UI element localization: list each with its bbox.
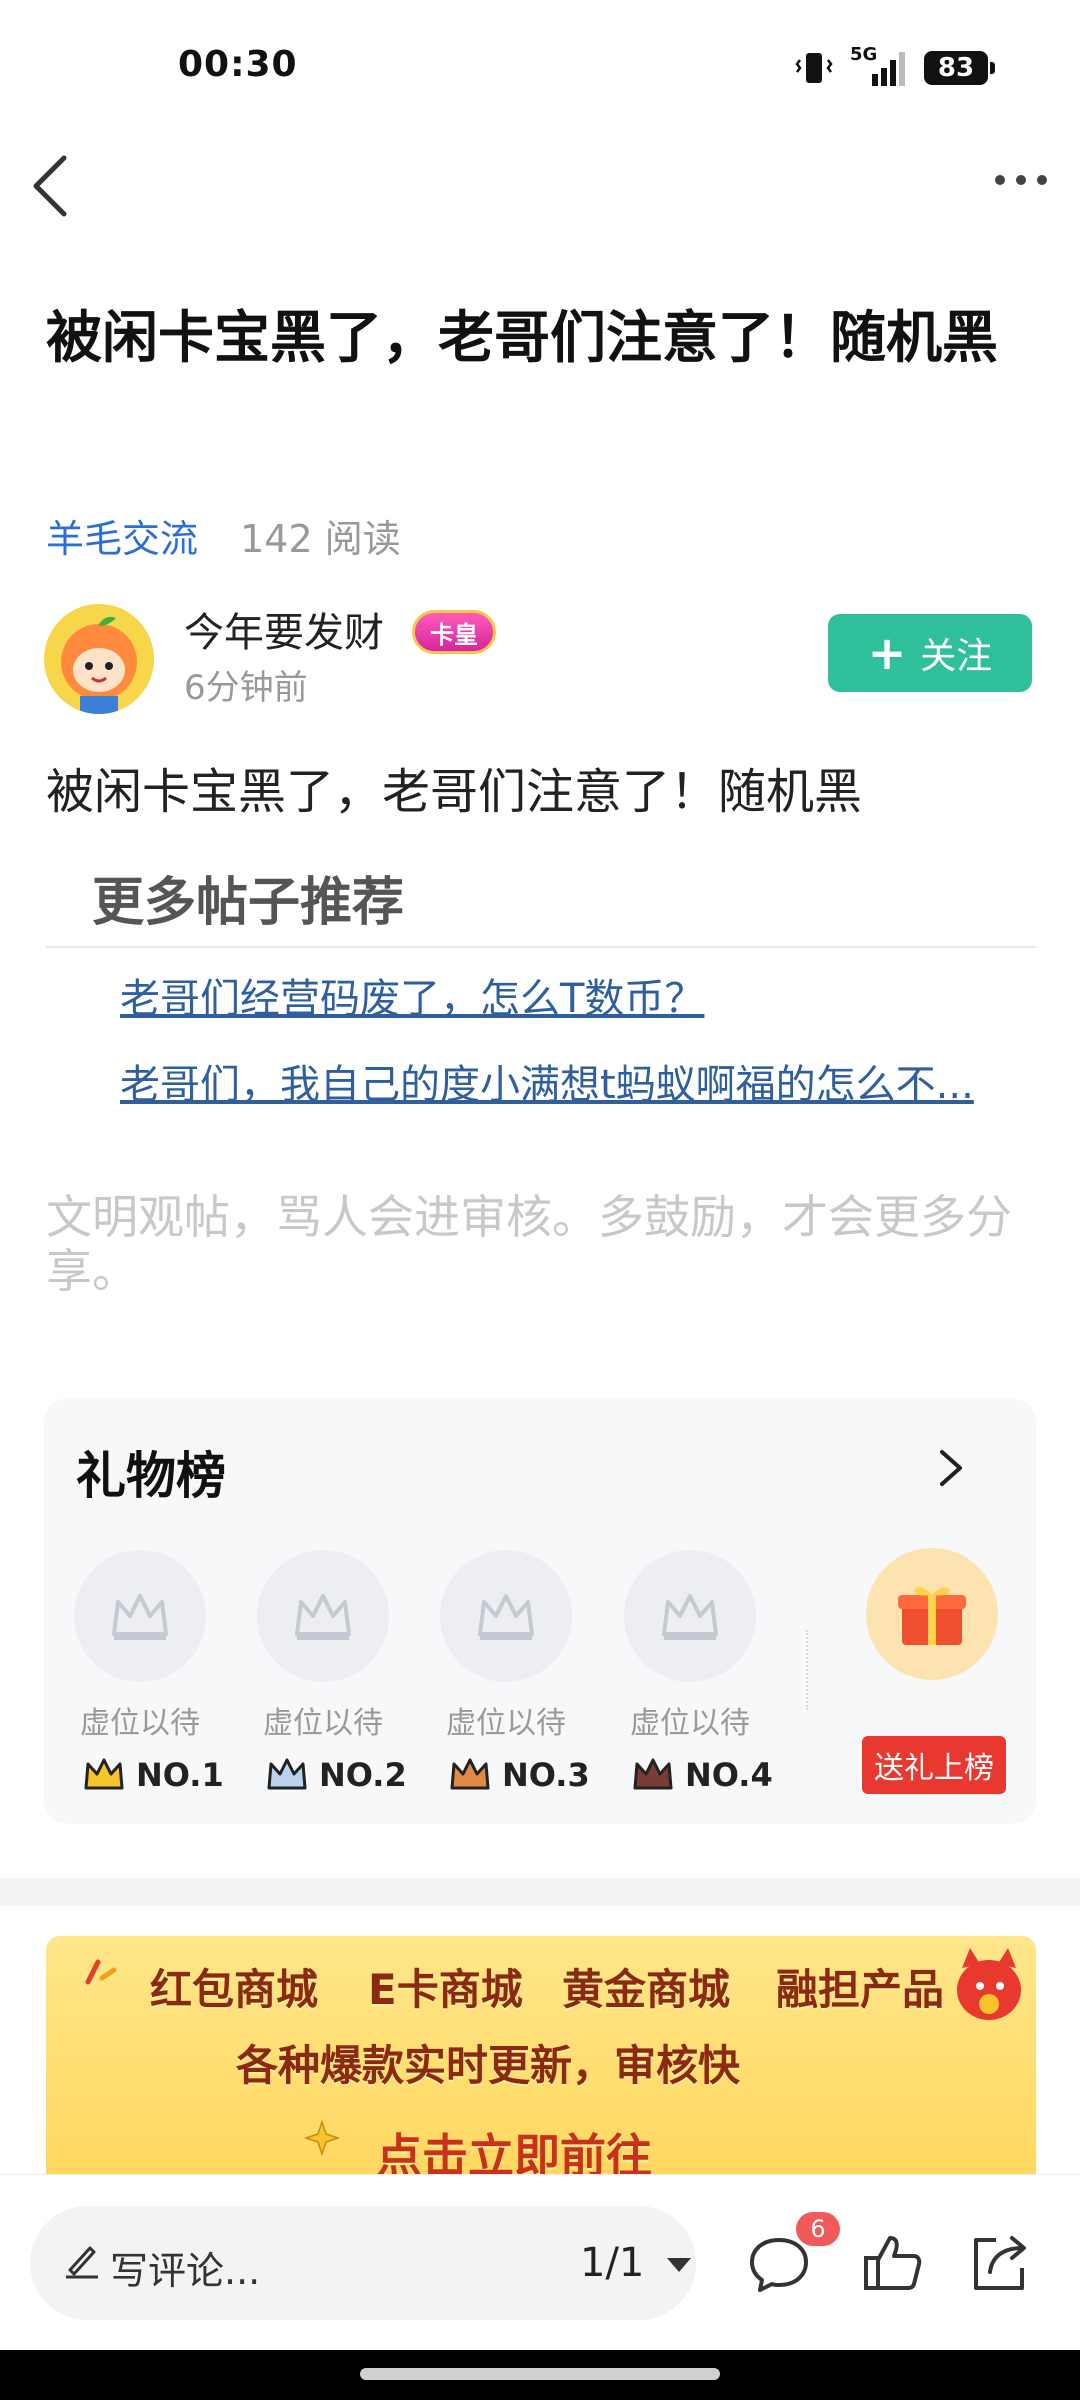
post-meta: 羊毛交流 142 阅读: [46, 508, 401, 563]
rank-text: NO.2: [319, 1756, 407, 1794]
banner-item: 黄金商城: [562, 1965, 731, 2014]
page-indicator: 1/1: [580, 2240, 645, 2286]
chevron-left-icon: [33, 155, 67, 217]
slot-label: 虚位以待: [630, 1706, 750, 1741]
share-button[interactable]: [964, 2228, 1034, 2298]
bronze-crown-icon: [450, 1758, 490, 1790]
page-selector[interactable]: 1/1: [580, 2240, 693, 2286]
mascot-icon: [957, 1948, 1021, 2020]
recommend-link[interactable]: 老哥们，我自己的度小满想t蚂蚁啊福的怎么不...: [120, 1052, 1004, 1110]
gift-slot-empty[interactable]: [74, 1550, 206, 1682]
signal-icon: 5G: [850, 44, 908, 88]
crown-outline-icon: [112, 1594, 168, 1640]
gift-icon: [898, 1586, 966, 1645]
rank-label: NO.1: [82, 1756, 224, 1794]
pencil-icon: [66, 2246, 98, 2279]
vibrate-icon: [795, 53, 833, 83]
status-time: 00:30: [178, 44, 298, 85]
banner-subtitle: 各种爆款实时更新，审核快: [236, 2041, 741, 2090]
banner-item: 红包商城: [150, 1965, 319, 2014]
dark-crown-icon: [633, 1758, 673, 1790]
sparkle-icon: [85, 1959, 117, 1985]
author-avatar[interactable]: [44, 604, 154, 714]
rank-text: NO.4: [685, 1756, 773, 1794]
crown-outline-icon: [662, 1594, 718, 1640]
battery-indicator: 83: [924, 51, 995, 85]
community-notice: 文明观帖，骂人会进审核。多鼓励，才会更多分享。: [46, 1190, 1012, 1298]
post-title: 被闲卡宝黑了，老哥们注意了！随机黑: [46, 306, 998, 371]
share-icon: [974, 2236, 1026, 2290]
gift-board-title: 礼物榜: [76, 1447, 226, 1505]
more-options-button[interactable]: [986, 160, 1056, 200]
gold-crown-icon: [84, 1758, 124, 1790]
send-gift-button[interactable]: 送礼上榜: [862, 1736, 1006, 1794]
follow-button[interactable]: + 关注: [828, 614, 1032, 692]
follow-label: 关注: [920, 636, 993, 677]
thumbs-up-icon: [864, 2236, 922, 2290]
crown-outline-icon: [478, 1594, 534, 1640]
comment-placeholder[interactable]: 写评论...: [110, 2240, 260, 2295]
gift-slot-empty[interactable]: [257, 1550, 389, 1682]
like-button[interactable]: [858, 2228, 928, 2298]
divider: [46, 946, 1036, 948]
avatar-image: [44, 604, 154, 714]
gift-board-more-button[interactable]: [930, 1448, 970, 1488]
rank-label: NO.2: [265, 1756, 407, 1794]
slot-label: 虚位以待: [80, 1706, 200, 1741]
author-name[interactable]: 今年要发财: [184, 600, 384, 658]
recommend-heading: 更多帖子推荐: [92, 873, 405, 933]
silver-crown-icon: [267, 1758, 307, 1790]
recommend-link[interactable]: 老哥们经营码废了，怎么T数币？: [120, 966, 1004, 1024]
crown-outline-icon: [295, 1594, 351, 1640]
gift-slot-empty[interactable]: [440, 1550, 572, 1682]
rank-text: NO.3: [502, 1756, 590, 1794]
slot-label: 虚位以待: [263, 1706, 383, 1741]
category-link[interactable]: 羊毛交流: [46, 517, 198, 561]
chevron-right-icon: [940, 1450, 962, 1486]
star-icon: [304, 2120, 340, 2156]
gift-slot-empty[interactable]: [624, 1550, 756, 1682]
more-dots-icon: [995, 175, 1047, 185]
promo-banner[interactable]: 红包商城 E卡商城 黄金商城 融担产品 各种爆款实时更新，审核快 点击立即前往: [46, 1936, 1036, 2176]
banner-item: 融担产品: [776, 1965, 945, 2014]
home-indicator[interactable]: [360, 2368, 720, 2380]
back-button[interactable]: [24, 150, 84, 220]
banner-cta: 点击立即前往: [376, 2129, 652, 2176]
post-time: 6分钟前: [184, 668, 308, 708]
send-gift-icon-button[interactable]: [866, 1548, 998, 1680]
caret-down-icon: [667, 2258, 692, 2272]
comment-count-badge: 6: [796, 2212, 840, 2246]
rank-label: NO.3: [448, 1756, 590, 1794]
divider: [806, 1630, 810, 1710]
rank-text: NO.1: [136, 1756, 224, 1794]
read-count: 142 阅读: [240, 517, 401, 561]
post-body: 被闲卡宝黑了，老哥们注意了！随机黑: [46, 764, 863, 820]
slot-label: 虚位以待: [446, 1706, 566, 1741]
user-level-badge: 卡皇: [412, 610, 496, 654]
status-icons: 5G 83: [794, 44, 995, 88]
plus-icon: +: [867, 626, 907, 680]
rank-label: NO.4: [631, 1756, 773, 1794]
section-divider: [0, 1878, 1080, 1906]
banner-item: E卡商城: [368, 1965, 523, 2014]
